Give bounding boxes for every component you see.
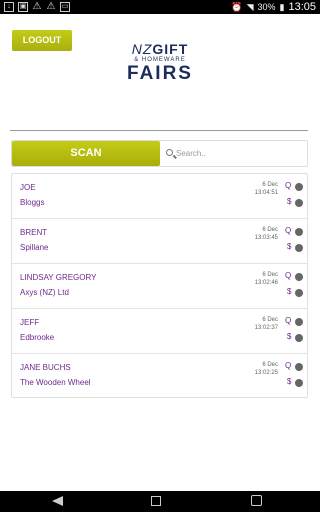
list-item[interactable]: JEFF Edbrooke 6 Dec 13:02:37 Q $ (12, 309, 307, 354)
contact-last-name: The Wooden Wheel (20, 378, 91, 387)
question-icon[interactable]: Q (285, 226, 291, 235)
contact-timestamp: 6 Dec 13:02:46 (254, 272, 278, 286)
alarm-icon: ⏰ (231, 1, 243, 12)
status-dot (295, 379, 303, 387)
question-icon[interactable]: Q (285, 181, 291, 190)
recent-apps-icon[interactable] (251, 495, 262, 506)
list-item[interactable]: JOE Bloggs 6 Dec 13:04:51 Q $ (12, 174, 307, 219)
status-bar: ↓ ▣ ⚠ ⚠ ▭ ⏰ ◥ 30% ▮ 13:05 (0, 0, 320, 14)
contact-first-name: JEFF (20, 318, 40, 327)
list-item[interactable]: LINDSAY GREGORY Axys (NZ) Ltd 6 Dec 13:02… (12, 264, 307, 309)
search-icon (166, 149, 173, 156)
download-icon: ↓ (4, 2, 14, 12)
home-icon[interactable] (151, 496, 161, 506)
dollar-icon[interactable]: $ (287, 242, 291, 251)
status-dot (295, 183, 303, 191)
search-input[interactable] (176, 146, 296, 161)
status-dot (295, 199, 303, 207)
warning-icon: ⚠ (32, 1, 42, 12)
contact-first-name: JOE (20, 183, 36, 192)
question-icon[interactable]: Q (285, 316, 291, 325)
system-nav-bar (0, 491, 320, 512)
contact-first-name: JANE BUCHS (20, 363, 71, 372)
battery-percent: 30% (257, 2, 276, 12)
status-dot (295, 228, 303, 236)
contact-timestamp: 6 Dec 13:02:25 (254, 362, 278, 376)
dollar-icon[interactable]: $ (287, 332, 291, 341)
warning-icon: ⚠ (46, 1, 56, 12)
question-icon[interactable]: Q (285, 271, 291, 280)
status-dot (295, 318, 303, 326)
battery-icon: ▮ (279, 1, 285, 12)
image-icon: ▣ (18, 2, 28, 12)
dollar-icon[interactable]: $ (287, 287, 291, 296)
status-dot (295, 289, 303, 297)
contact-last-name: Bloggs (20, 198, 45, 207)
status-dot (295, 244, 303, 252)
status-dot (295, 273, 303, 281)
scan-search-bar: SCAN (11, 140, 308, 167)
contact-timestamp: 6 Dec 13:03:45 (254, 227, 278, 241)
contact-last-name: Spillane (20, 243, 49, 252)
list-item[interactable]: JANE BUCHS The Wooden Wheel 6 Dec 13:02:2… (12, 354, 307, 399)
contact-timestamp: 6 Dec 13:02:37 (254, 317, 278, 331)
search-box[interactable] (162, 141, 307, 166)
contact-list: JOE Bloggs 6 Dec 13:04:51 Q $ BRENT Spill… (11, 173, 308, 398)
question-icon[interactable]: Q (285, 361, 291, 370)
wifi-icon: ◥ (246, 1, 254, 12)
nz-gift-fairs-logo: NZGIFT & HOMEWARE FAIRS (112, 28, 208, 92)
status-dot (295, 363, 303, 371)
clock: 13:05 (288, 1, 316, 13)
contact-timestamp: 6 Dec 13:04:51 (254, 182, 278, 196)
bag-icon: ▭ (60, 2, 70, 12)
divider (10, 130, 308, 131)
contact-first-name: BRENT (20, 228, 48, 237)
scan-button[interactable]: SCAN (12, 141, 160, 166)
back-icon[interactable] (52, 496, 63, 506)
dollar-icon[interactable]: $ (287, 197, 291, 206)
contact-last-name: Axys (NZ) Ltd (20, 288, 69, 297)
contact-first-name: LINDSAY GREGORY (20, 273, 97, 282)
logout-button[interactable]: LOGOUT (12, 30, 72, 51)
list-item[interactable]: BRENT Spillane 6 Dec 13:03:45 Q $ (12, 219, 307, 264)
dollar-icon[interactable]: $ (287, 377, 291, 386)
contact-last-name: Edbrooke (20, 333, 55, 342)
status-dot (295, 334, 303, 342)
